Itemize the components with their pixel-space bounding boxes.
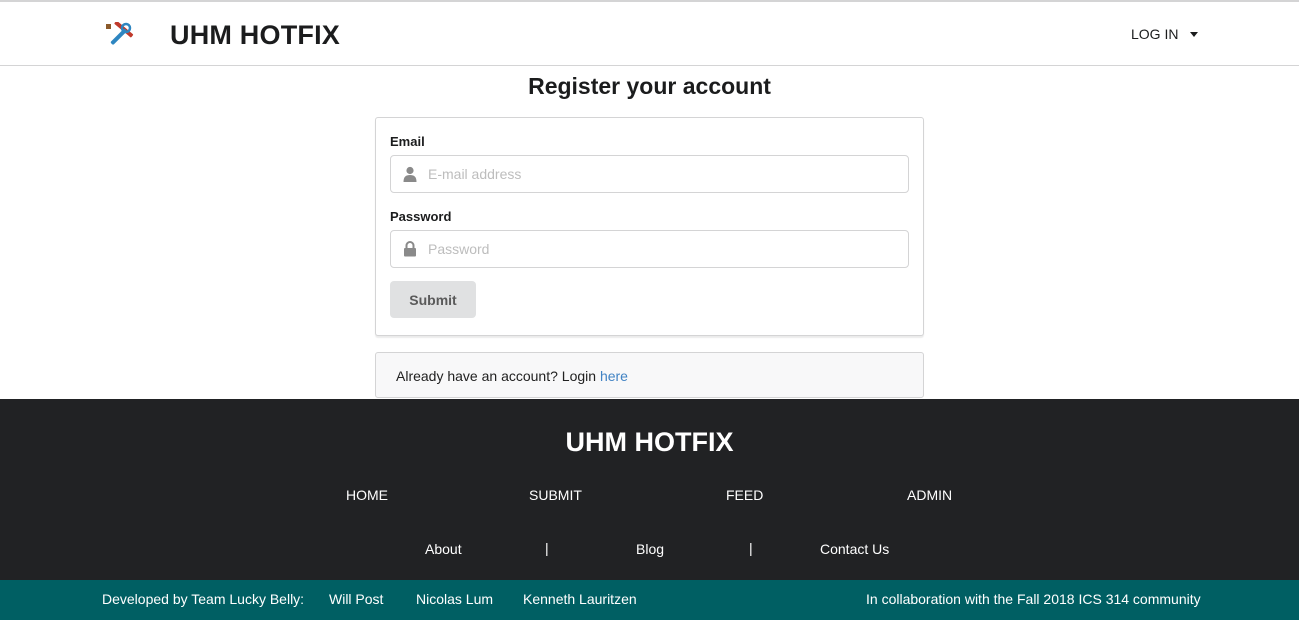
footer-link-contact[interactable]: Contact Us <box>820 541 889 557</box>
login-here-link[interactable]: here <box>600 368 628 384</box>
member-link[interactable]: Kenneth Lauritzen <box>523 591 637 607</box>
brand-title[interactable]: UHM HOTFIX <box>170 20 340 51</box>
footer-separator: | <box>749 540 753 556</box>
footer-nav-home[interactable]: HOME <box>346 487 388 503</box>
footer-nav-admin[interactable]: ADMIN <box>907 487 952 503</box>
footer-nav-feed[interactable]: FEED <box>726 487 763 503</box>
login-label: LOG IN <box>1131 26 1179 42</box>
submit-button[interactable]: Submit <box>390 281 476 318</box>
credits-bar: Developed by Team Lucky Belly: Will Post… <box>0 580 1299 620</box>
login-prompt-text: Already have an account? Login <box>396 368 600 384</box>
footer-separator: | <box>545 540 549 556</box>
top-navbar: UHM HOTFIX LOG IN <box>0 0 1299 66</box>
password-label: Password <box>390 209 452 224</box>
footer: UHM HOTFIX HOME SUBMIT FEED ADMIN About … <box>0 399 1299 580</box>
tools-icon[interactable] <box>104 20 134 50</box>
lock-icon <box>403 241 417 257</box>
member-link[interactable]: Will Post <box>329 591 383 607</box>
page-title: Register your account <box>528 73 771 99</box>
email-label: Email <box>390 134 425 149</box>
caret-down-icon <box>1190 32 1199 37</box>
email-input[interactable] <box>428 156 898 192</box>
developed-by-text: Developed by Team Lucky Belly: <box>102 591 305 607</box>
register-form: Email Password Submit <box>375 117 924 336</box>
footer-link-blog[interactable]: Blog <box>636 541 664 557</box>
footer-brand: UHM HOTFIX <box>565 427 734 457</box>
footer-nav-submit[interactable]: SUBMIT <box>529 487 582 503</box>
password-field-wrapper <box>390 230 909 268</box>
password-input[interactable] <box>428 231 898 267</box>
login-prompt: Already have an account? Login here <box>375 352 924 398</box>
collaboration-text: In collaboration with the Fall 2018 ICS … <box>866 591 1201 607</box>
login-dropdown[interactable]: LOG IN <box>1131 26 1199 42</box>
member-link[interactable]: Nicolas Lum <box>416 591 493 607</box>
user-icon <box>403 166 417 182</box>
email-field-wrapper <box>390 155 909 193</box>
footer-link-about[interactable]: About <box>425 541 462 557</box>
